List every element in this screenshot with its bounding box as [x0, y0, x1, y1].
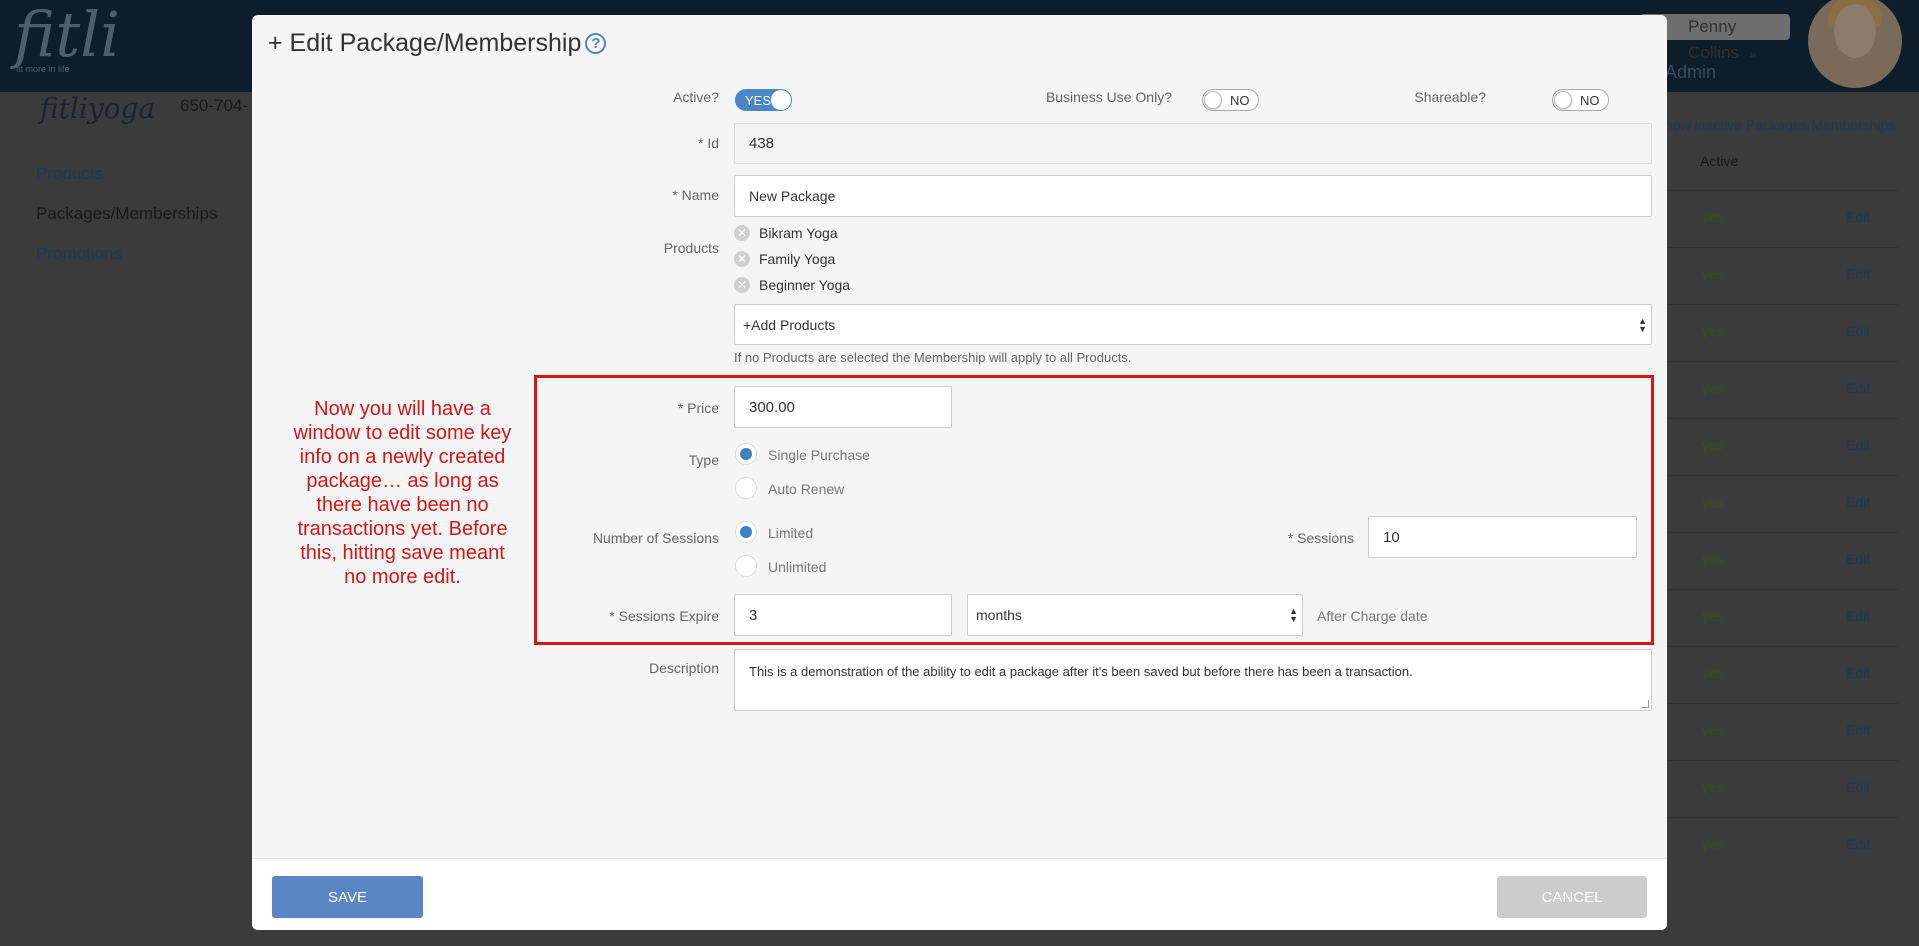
fitli-tagline: fit more in life: [16, 64, 70, 74]
active-value: yes: [1702, 608, 1724, 624]
annotation-highlight-box: [534, 375, 1654, 645]
table-row: yes Edit: [1668, 817, 1898, 873]
column-header-active: Active: [1700, 153, 1739, 169]
table-row: yes Edit: [1668, 475, 1898, 531]
edit-link[interactable]: Edit: [1846, 266, 1870, 282]
help-icon[interactable]: ?: [585, 33, 607, 54]
active-value: yes: [1702, 437, 1724, 453]
toggle-knob: [1204, 91, 1222, 109]
active-value: yes: [1702, 323, 1724, 339]
table-row: yes Edit: [1668, 589, 1898, 645]
edit-link[interactable]: Edit: [1846, 380, 1870, 396]
product-item: ✕ Bikram Yoga: [734, 225, 838, 241]
save-button[interactable]: SAVE: [272, 876, 423, 918]
edit-link[interactable]: Edit: [1846, 779, 1870, 795]
products-label: Products: [663, 240, 719, 256]
active-value: yes: [1702, 836, 1724, 852]
remove-icon[interactable]: ✕: [734, 225, 750, 241]
active-label: Active?: [673, 89, 719, 105]
nav-promotions[interactable]: Promotions: [36, 244, 122, 264]
table-row: yes Edit: [1668, 646, 1898, 702]
description-text: This is a demonstration of the ability t…: [749, 664, 1413, 679]
active-value: yes: [1702, 209, 1724, 225]
modal-title: + Edit Package/Membership?: [268, 29, 607, 58]
active-toggle-value: YES: [745, 92, 772, 108]
table-row: yes Edit: [1668, 760, 1898, 816]
edit-link[interactable]: Edit: [1846, 665, 1870, 681]
table-row: yes Edit: [1668, 703, 1898, 759]
remove-icon[interactable]: ✕: [734, 251, 750, 267]
edit-link[interactable]: Edit: [1846, 722, 1870, 738]
modal-footer: SAVE CANCEL: [252, 858, 1667, 930]
edit-link[interactable]: Edit: [1846, 836, 1870, 852]
admin-label: Admin: [1665, 62, 1717, 82]
avatar[interactable]: [1808, 0, 1902, 88]
active-value: yes: [1702, 665, 1724, 681]
edit-link[interactable]: Edit: [1846, 437, 1870, 453]
edit-link[interactable]: Edit: [1846, 209, 1870, 225]
active-value: yes: [1702, 551, 1724, 567]
modal-title-text: + Edit Package/Membership: [268, 29, 582, 57]
nav-packages[interactable]: Packages/Memberships: [36, 204, 217, 224]
name-input[interactable]: New Package: [734, 175, 1652, 217]
studio-phone: 650-704-: [180, 96, 249, 115]
shareable-label: Shareable?: [1414, 89, 1486, 105]
active-value: yes: [1702, 380, 1724, 396]
active-value: yes: [1702, 266, 1724, 282]
studio-logo: fitliyoga: [40, 92, 156, 125]
business-use-label: Business Use Only?: [1045, 89, 1172, 105]
edit-link[interactable]: Edit: [1846, 494, 1870, 510]
toggle-knob: [771, 90, 791, 110]
active-value: yes: [1702, 722, 1724, 738]
table-row: yes Edit: [1668, 247, 1898, 303]
toggle-knob: [1554, 91, 1572, 109]
table-row: yes Edit: [1668, 304, 1898, 360]
table-row: yes Edit: [1668, 361, 1898, 417]
table-row: yes Edit: [1668, 418, 1898, 474]
table-row: yes Edit: [1668, 190, 1898, 246]
user-name: Penny Collins: [1688, 17, 1740, 62]
select-arrows-icon: ▲ ▼: [1638, 315, 1647, 334]
product-item: ✕ Family Yoga: [734, 251, 836, 267]
product-name: Beginner Yoga: [759, 277, 851, 293]
add-products-select[interactable]: +Add Products ▲ ▼: [734, 304, 1652, 345]
edit-link[interactable]: Edit: [1846, 323, 1870, 339]
remove-icon[interactable]: ✕: [734, 277, 750, 293]
show-inactive-link[interactable]: how inactive Packages/Memberships: [1665, 117, 1895, 133]
cancel-button[interactable]: CANCEL: [1497, 876, 1647, 918]
business-use-toggle[interactable]: NO: [1202, 89, 1259, 111]
active-toggle[interactable]: YES: [735, 89, 792, 111]
add-products-label: +Add Products: [743, 316, 836, 333]
description-textarea[interactable]: This is a demonstration of the ability t…: [734, 649, 1652, 711]
edit-link[interactable]: Edit: [1846, 551, 1870, 567]
nav-products[interactable]: Products: [36, 164, 103, 184]
active-value: yes: [1702, 494, 1724, 510]
chevron-icon: »: [1749, 47, 1757, 61]
fitli-logo: fitli: [14, 0, 120, 71]
resize-handle-icon[interactable]: [1641, 700, 1649, 708]
description-label: Description: [648, 660, 719, 676]
id-label: * Id: [697, 135, 719, 151]
products-hint: If no Products are selected the Membersh…: [734, 350, 1132, 365]
edit-link[interactable]: Edit: [1846, 608, 1870, 624]
product-item: ✕ Beginner Yoga: [734, 277, 851, 293]
business-use-toggle-value: NO: [1230, 92, 1250, 108]
active-value: yes: [1702, 779, 1724, 795]
product-name: Family Yoga: [759, 251, 836, 267]
id-field: 438: [734, 123, 1652, 164]
annotation-text: Now you will have a window to edit some …: [293, 398, 512, 588]
shareable-toggle[interactable]: NO: [1552, 89, 1609, 111]
product-name: Bikram Yoga: [759, 225, 838, 241]
name-label: * Name: [672, 187, 719, 203]
table-row: yes Edit: [1668, 532, 1898, 588]
shareable-toggle-value: NO: [1580, 92, 1600, 108]
